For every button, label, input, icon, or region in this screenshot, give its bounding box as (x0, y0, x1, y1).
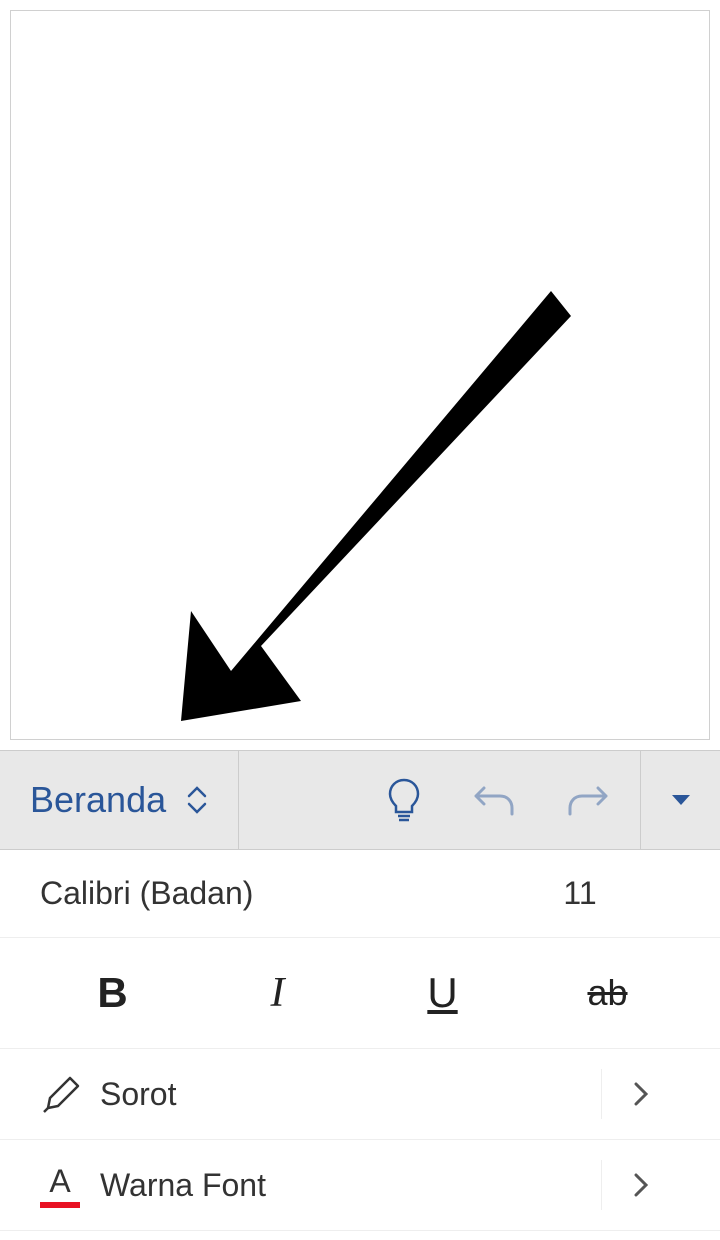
font-selector-row: Calibri (Badan) 11 (0, 850, 720, 938)
redo-icon[interactable] (566, 780, 610, 820)
highlight-option[interactable]: Sorot (0, 1049, 720, 1140)
ribbon-tab-selector[interactable]: Beranda (0, 751, 239, 849)
dropdown-caret-icon (670, 793, 692, 807)
font-name-selector[interactable]: Calibri (Badan) (40, 875, 480, 912)
home-panel: Calibri (Badan) 11 B I U ab Sorot (0, 850, 720, 1231)
font-color-option[interactable]: A Warna Font (0, 1140, 720, 1231)
collapse-dropdown[interactable] (640, 751, 720, 849)
font-size-selector[interactable]: 11 (480, 875, 680, 912)
chevron-right-icon (601, 1160, 680, 1210)
font-size-value: 11 (563, 875, 596, 911)
highlighter-icon (40, 1072, 100, 1116)
text-format-row: B I U ab (0, 938, 720, 1049)
strike-glyph: ab (587, 972, 627, 1014)
updown-caret-icon (186, 786, 208, 814)
strikethrough-button[interactable]: ab (528, 958, 688, 1028)
font-color-swatch (40, 1202, 80, 1208)
lightbulb-icon[interactable] (386, 776, 422, 824)
highlight-label: Sorot (100, 1076, 601, 1113)
document-canvas[interactable] (10, 10, 710, 740)
chevron-right-icon (601, 1069, 680, 1119)
font-color-label: Warna Font (100, 1167, 601, 1204)
arrow-annotation (171, 271, 571, 721)
bold-button[interactable]: B (33, 958, 193, 1028)
underline-button[interactable]: U (363, 958, 523, 1028)
undo-icon[interactable] (472, 780, 516, 820)
font-color-icon: A (40, 1163, 100, 1208)
underline-glyph: U (427, 969, 457, 1017)
font-color-glyph: A (49, 1163, 70, 1200)
italic-button[interactable]: I (198, 958, 358, 1028)
tab-label: Beranda (30, 779, 166, 821)
bold-glyph: B (97, 969, 127, 1017)
font-name-value: Calibri (Badan) (40, 875, 253, 911)
italic-glyph: I (271, 969, 285, 1017)
ribbon-toolbar: Beranda (0, 750, 720, 850)
toolbar-actions (239, 751, 640, 849)
